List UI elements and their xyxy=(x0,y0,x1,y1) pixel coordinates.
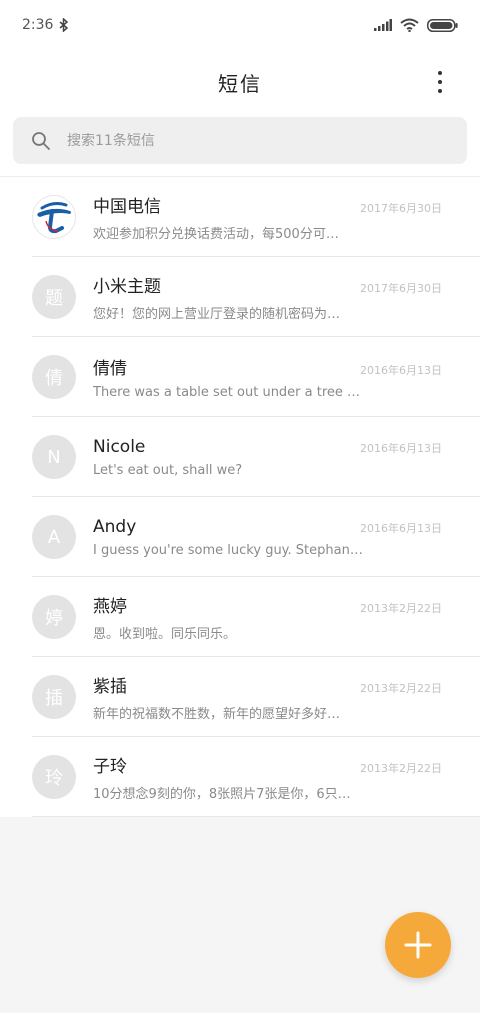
more-vertical-icon-dot xyxy=(438,89,442,93)
more-menu-button[interactable] xyxy=(428,70,452,94)
item-body: 小米主题 2017年6月30日 您好！您的网上营业厅登录的随机密码为… xyxy=(93,272,480,322)
list-item[interactable]: 题 小米主题 2017年6月30日 您好！您的网上营业厅登录的随机密码为… xyxy=(0,257,480,337)
message-preview: 新年的祝福数不胜数，新年的愿望好多好… xyxy=(93,707,341,722)
list-item[interactable]: N Nicole 2016年6月13日 Let's eat out, shall… xyxy=(0,417,480,497)
contact-name: 燕婷 xyxy=(93,597,127,617)
message-date: 2016年6月13日 xyxy=(360,521,442,535)
contact-name: 小米主题 xyxy=(93,277,161,297)
message-list: 中国电信 2017年6月30日 欢迎参加积分兑换话费活动，每500分可… 题 小… xyxy=(0,176,480,817)
list-item[interactable]: A Andy 2016年6月13日 I guess you're some lu… xyxy=(0,497,480,577)
message-preview: 欢迎参加积分兑换话费活动，每500分可… xyxy=(93,227,339,242)
plus-icon xyxy=(404,931,432,959)
message-preview: Let's eat out, shall we? xyxy=(93,462,243,478)
item-body: 燕婷 2013年2月22日 恩。收到啦。同乐同乐。 xyxy=(93,592,480,642)
search-icon xyxy=(32,131,50,150)
message-preview: There was a table set out under a tree … xyxy=(93,385,361,400)
contact-name: Nicole xyxy=(93,436,146,457)
message-preview: I guess you're some lucky guy. Stephan… xyxy=(93,542,363,558)
message-preview: 您好！您的网上营业厅登录的随机密码为… xyxy=(93,307,341,322)
status-time: 2:36 xyxy=(22,17,54,33)
contact-name: 紫插 xyxy=(93,677,127,697)
message-date: 2013年2月22日 xyxy=(360,602,442,615)
avatar: 婷 xyxy=(32,595,76,639)
avatar: N xyxy=(32,435,76,479)
item-body: 倩倩 2016年6月13日 There was a table set out … xyxy=(93,354,480,400)
avatar: A xyxy=(32,515,76,559)
list-item[interactable]: 中国电信 2017年6月30日 欢迎参加积分兑换话费活动，每500分可… xyxy=(0,177,480,257)
more-vertical-icon xyxy=(438,71,442,75)
status-left: 2:36 xyxy=(22,17,69,33)
avatar: 倩 xyxy=(32,355,76,399)
item-body: 中国电信 2017年6月30日 欢迎参加积分兑换话费活动，每500分可… xyxy=(93,192,480,242)
item-body: Andy 2016年6月13日 I guess you're some luck… xyxy=(93,517,480,558)
list-item[interactable]: 玲 子玲 2013年2月22日 10分想念9刻的你，8张照片7张是你，6只… xyxy=(0,737,480,817)
message-date: 2013年2月22日 xyxy=(360,762,442,775)
message-date: 2016年6月13日 xyxy=(360,441,442,455)
avatar: 插 xyxy=(32,675,76,719)
list-item[interactable]: 插 紫插 2013年2月22日 新年的祝福数不胜数，新年的愿望好多好… xyxy=(0,657,480,737)
contact-name: Andy xyxy=(93,516,137,537)
contact-name: 子玲 xyxy=(93,757,127,777)
list-item[interactable]: 婷 燕婷 2013年2月22日 恩。收到啦。同乐同乐。 xyxy=(0,577,480,657)
avatar: 玲 xyxy=(32,755,76,799)
item-body: 子玲 2013年2月22日 10分想念9刻的你，8张照片7张是你，6只… xyxy=(93,752,480,802)
more-vertical-icon-dot xyxy=(438,80,442,84)
item-body: 紫插 2013年2月22日 新年的祝福数不胜数，新年的愿望好多好… xyxy=(93,672,480,722)
wifi-icon xyxy=(400,18,419,32)
item-body: Nicole 2016年6月13日 Let's eat out, shall w… xyxy=(93,437,480,478)
list-item[interactable]: 倩 倩倩 2016年6月13日 There was a table set ou… xyxy=(0,337,480,417)
page-title: 短信 xyxy=(218,71,262,96)
contact-name: 中国电信 xyxy=(93,197,161,217)
message-date: 2013年2月22日 xyxy=(360,682,442,695)
avatar xyxy=(32,195,76,239)
avatar: 题 xyxy=(32,275,76,319)
status-bar: 2:36 xyxy=(0,0,480,50)
bluetooth-icon xyxy=(59,18,69,32)
search-bar xyxy=(0,114,480,176)
new-message-button[interactable] xyxy=(385,912,451,978)
message-preview: 10分想念9刻的你，8张照片7张是你，6只… xyxy=(93,787,351,802)
search-input[interactable] xyxy=(67,132,427,149)
search-box[interactable] xyxy=(13,117,467,164)
status-right xyxy=(374,18,458,32)
message-date: 2017年6月30日 xyxy=(360,282,442,295)
contact-name: 倩倩 xyxy=(93,359,127,379)
top-panel: 2:36 短信 搜索11条短信 xyxy=(0,0,480,176)
app-header: 短信 xyxy=(0,50,480,114)
signal-icon xyxy=(374,19,392,31)
message-preview: 恩。收到啦。同乐同乐。 xyxy=(93,627,237,642)
battery-icon xyxy=(427,18,458,32)
message-date: 2016年6月13日 xyxy=(360,364,442,377)
china-telecom-logo-icon xyxy=(37,202,71,234)
message-date: 2017年6月30日 xyxy=(360,202,442,215)
